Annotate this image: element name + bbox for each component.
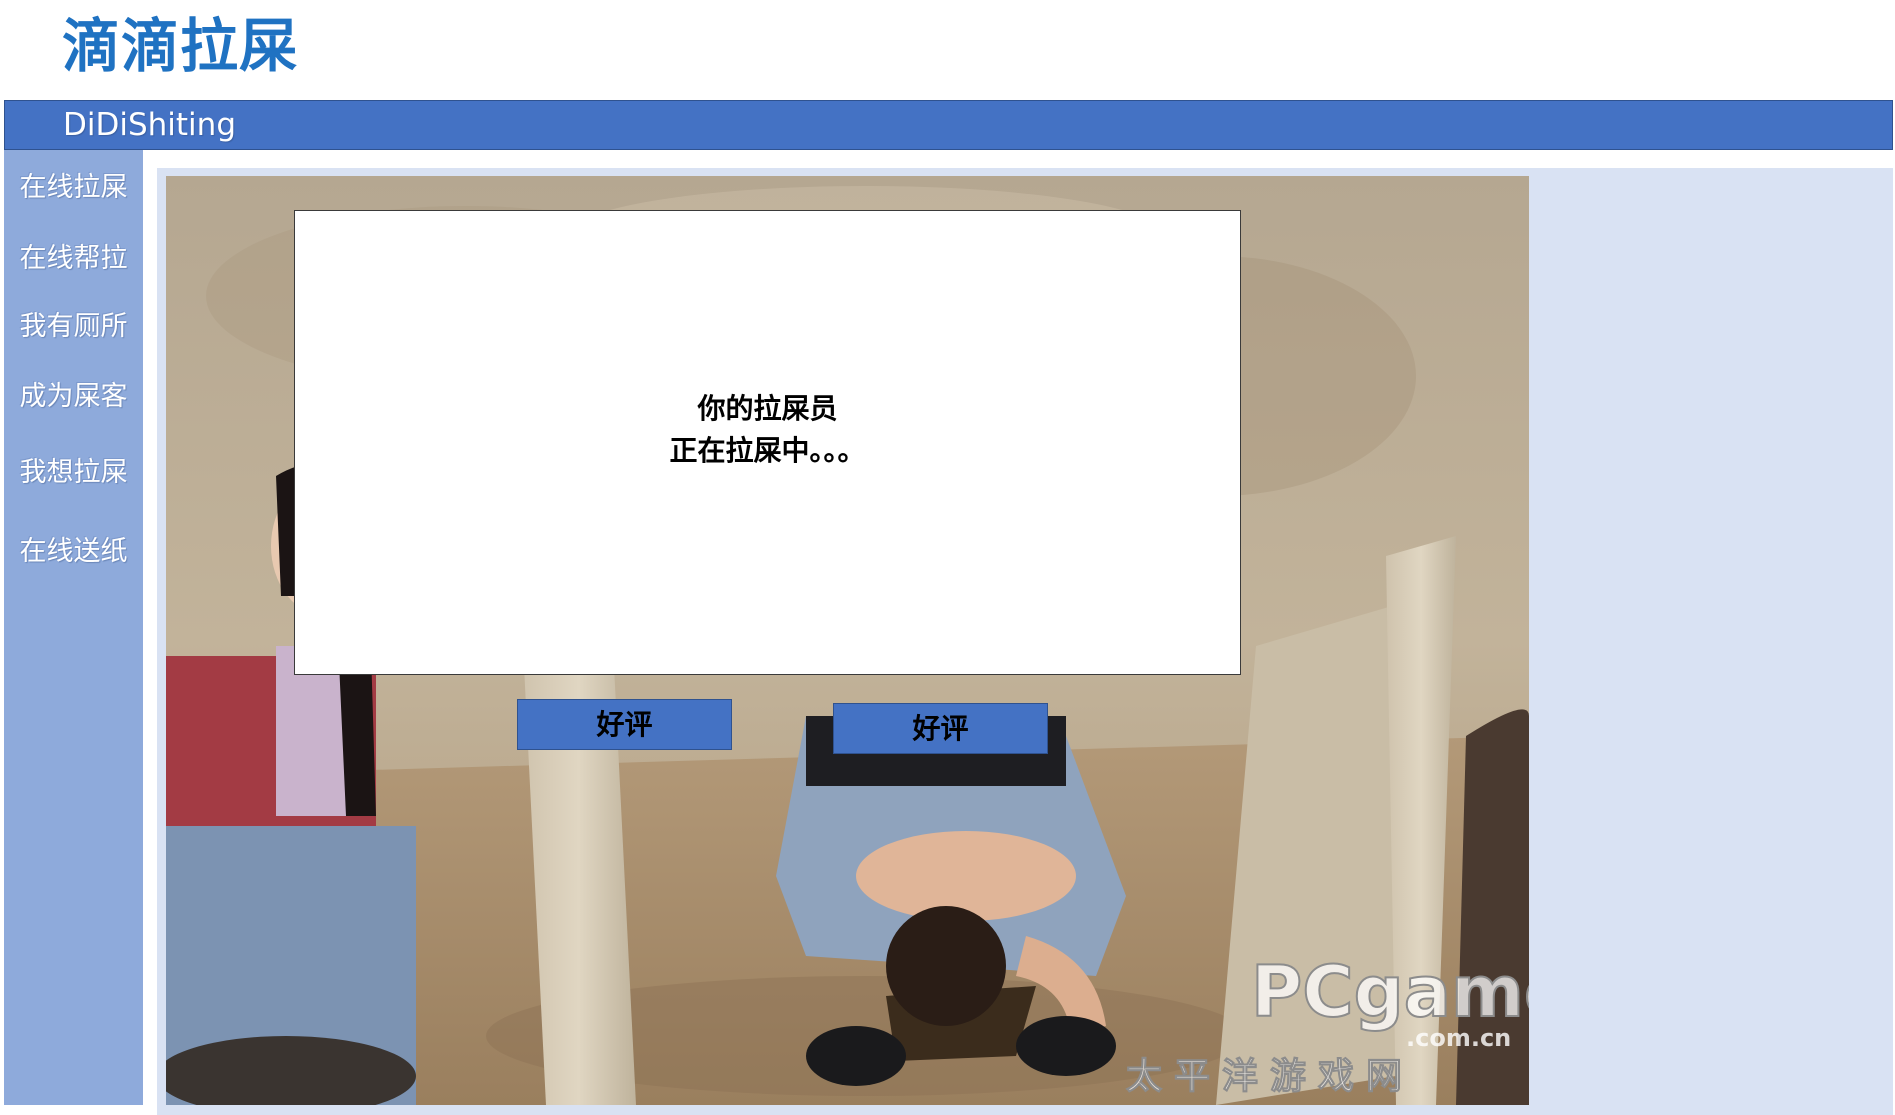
- watermark-cn: 太平洋游戏网: [1126, 1056, 1414, 1097]
- sidebar-nav: 在线拉屎 在线帮拉 我有厕所 成为屎客 我想拉屎 在线送纸: [4, 150, 143, 1105]
- dialog-status-line2: 正在拉屎中。。。: [669, 434, 866, 467]
- sidebar-item-become-member[interactable]: 成为屎客: [4, 379, 143, 415]
- sidebar-item-want-poop[interactable]: 我想拉屎: [4, 455, 143, 491]
- sidebar-item-online-poop[interactable]: 在线拉屎: [4, 170, 143, 206]
- status-dialog: 你的拉屎员 正在拉屎中。。。: [294, 210, 1241, 675]
- watermark-brand: PCgames: [1251, 951, 1529, 1033]
- sidebar-item-have-toilet[interactable]: 我有厕所: [4, 309, 143, 345]
- app-logo: 滴滴拉屎: [62, 12, 299, 80]
- banner-title: DiDiShiting: [63, 107, 236, 143]
- good-rating-button-left[interactable]: 好评: [517, 699, 732, 750]
- watermark-domain: .com.cn: [1406, 1024, 1511, 1052]
- good-rating-button-right[interactable]: 好评: [833, 703, 1048, 754]
- dialog-status-line1: 你的拉屎员: [697, 392, 838, 425]
- header-banner: DiDiShiting: [4, 100, 1893, 150]
- sidebar-item-deliver-paper[interactable]: 在线送纸: [4, 534, 143, 570]
- sidebar-item-online-help[interactable]: 在线帮拉: [4, 241, 143, 277]
